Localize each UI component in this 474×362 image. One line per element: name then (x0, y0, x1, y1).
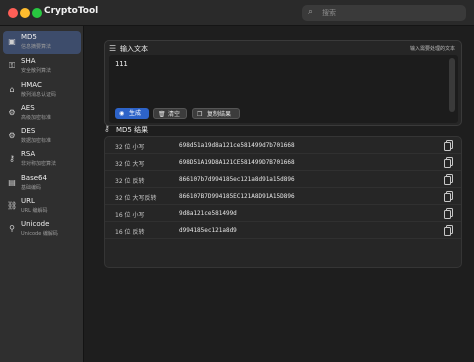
copy-icon[interactable] (444, 174, 453, 185)
result-label: 32 位 大写 (115, 161, 145, 168)
sidebar-item-title: SHA (21, 57, 36, 65)
md5-icon: ▣ (8, 37, 16, 46)
sidebar-item-title: DES (21, 127, 36, 135)
sidebar-item-subtitle: 高级加密标准 (21, 115, 52, 121)
input-title: 输入文本 (120, 45, 148, 53)
generate-button[interactable]: ◉ 生成 (115, 108, 149, 119)
sidebar-item-title: AES (21, 104, 35, 112)
sidebar-item-subtitle: 数据加密标准 (21, 138, 52, 144)
hmac-icon: ⌂ (9, 85, 15, 94)
result-row: 32 位 反转 866107b7d994185ec121a8d91a15d896 (105, 171, 461, 188)
sidebar-item-base64[interactable]: ▤ Base64 基础编码 (3, 172, 81, 195)
copy-result-button-label: 复制结果 (207, 111, 232, 118)
sidebar-item-title: URL (21, 197, 35, 205)
search-input[interactable]: ⌕ 搜索 (302, 5, 466, 21)
result-value: 698d51a19d8a121ce581499d7b701668 (179, 142, 295, 149)
sidebar-item-subtitle: URL 编解码 (21, 208, 48, 214)
search-icon: ⌕ (308, 7, 314, 17)
result-label: 32 位 大写反转 (115, 195, 157, 202)
result-value: 866107b7d994185ec121a8d91a15d896 (179, 176, 295, 183)
result-row: 16 位 反转 d994185ec121a8d9 (105, 222, 461, 239)
clear-button-label: 清空 (168, 111, 181, 118)
copy-icon: ❐ (197, 111, 203, 118)
sidebar-item-subtitle: Unicode 编解码 (21, 231, 58, 237)
result-row: 32 位 小写 698d51a19d8a121ce581499d7b701668 (105, 137, 461, 154)
input-value: 111 (115, 60, 128, 68)
des-icon: ⚙ (8, 131, 16, 140)
sidebar-item-aes[interactable]: ⚙ AES 高级加密标准 (3, 102, 81, 125)
sidebar-item-des[interactable]: ⚙ DES 数据加密标准 (3, 125, 81, 148)
result-label: 32 位 小写 (115, 144, 145, 151)
result-value: d994185ec121a8d9 (179, 227, 237, 234)
result-value: 9d8a121ce581499d (179, 210, 237, 217)
input-hint: 输入需要处理的文本 (409, 46, 455, 52)
main-content: ☰ 输入文本 输入需要处理的文本 111 ◉ 生成 🗑 清空 ❐ 复制结果 ⚷ … (84, 26, 474, 362)
sidebar-item-rsa[interactable]: ⚷ RSA 非对称加密算法 (3, 148, 81, 171)
url-icon: ⛓ (7, 201, 18, 210)
app-title: CryptoTool (44, 6, 99, 16)
sidebar-item-title: RSA (21, 150, 36, 158)
sha-icon: ⚿ (8, 61, 16, 70)
result-value: 698D51A19D8A121CE581499D7B701668 (179, 159, 295, 166)
sidebar-item-title: MD5 (21, 33, 37, 41)
base64-icon: ▤ (8, 178, 16, 187)
result-label: 16 位 小写 (115, 212, 145, 219)
clear-button[interactable]: 🗑 清空 (153, 108, 187, 119)
sidebar-item-subtitle: 散列消息认证码 (21, 92, 57, 98)
sidebar-item-subtitle: 基础编码 (21, 185, 42, 191)
copy-result-button[interactable]: ❐ 复制结果 (192, 108, 240, 119)
copy-icon[interactable] (444, 157, 453, 168)
sidebar-item-title: Base64 (21, 174, 47, 182)
sidebar-item-title: HMAC (21, 81, 42, 89)
sidebar-item-subtitle: 安全散列算法 (21, 68, 52, 74)
sidebar-item-sha[interactable]: ⚿ SHA 安全散列算法 (3, 55, 81, 78)
maximize-window-button[interactable] (32, 8, 42, 18)
search-placeholder: 搜索 (322, 9, 336, 17)
generate-button-label: 生成 (129, 110, 142, 117)
sidebar-item-subtitle: 非对称加密算法 (21, 161, 57, 167)
textarea-scrollbar[interactable] (449, 58, 455, 112)
sidebar-item-unicode[interactable]: ⚲ Unicode Unicode 编解码 (3, 218, 81, 241)
sidebar-item-hmac[interactable]: ⌂ HMAC 散列消息认证码 (3, 79, 81, 102)
sidebar: ▣ MD5 信息摘要算法 ⚿ SHA 安全散列算法 ⌂ HMAC 散列消息认证码… (0, 26, 84, 362)
trash-icon: 🗑 (158, 111, 166, 118)
result-row: 16 位 小写 9d8a121ce581499d (105, 205, 461, 222)
rsa-icon: ⚷ (9, 154, 15, 163)
result-label: 32 位 反转 (115, 178, 145, 185)
play-circle-icon: ◉ (119, 110, 125, 117)
result-label: 16 位 反转 (115, 229, 145, 236)
sidebar-item-url[interactable]: ⛓ URL URL 编解码 (3, 195, 81, 218)
copy-icon[interactable] (444, 208, 453, 219)
results-table: 32 位 小写 698d51a19d8a121ce581499d7b701668… (104, 136, 462, 268)
copy-icon[interactable] (444, 140, 453, 151)
copy-icon[interactable] (444, 225, 453, 236)
result-row: 32 位 大写 698D51A19D8A121CE581499D7B701668 (105, 154, 461, 171)
results-title: MD5 结果 (116, 126, 149, 134)
aes-icon: ⚙ (8, 108, 16, 117)
menu-lines-icon: ☰ (109, 44, 117, 53)
result-row: 32 位 大写反转 866107B7D994185EC121A8D91A15D8… (105, 188, 461, 205)
minimize-window-button[interactable] (20, 8, 30, 18)
result-value: 866107B7D994185EC121A8D91A15D896 (179, 193, 295, 200)
app-window: CryptoTool ⌕ 搜索 ▣ MD5 信息摘要算法 ⚿ SHA 安全散列算… (0, 0, 474, 362)
unicode-icon: ⚲ (9, 224, 15, 233)
key-icon: ⚷ (104, 124, 110, 133)
title-bar: CryptoTool ⌕ 搜索 (0, 0, 474, 26)
sidebar-item-title: Unicode (21, 220, 50, 228)
sidebar-item-subtitle: 信息摘要算法 (21, 44, 52, 50)
close-window-button[interactable] (8, 8, 18, 18)
sidebar-item-md5[interactable]: ▣ MD5 信息摘要算法 (3, 31, 81, 54)
copy-icon[interactable] (444, 191, 453, 202)
